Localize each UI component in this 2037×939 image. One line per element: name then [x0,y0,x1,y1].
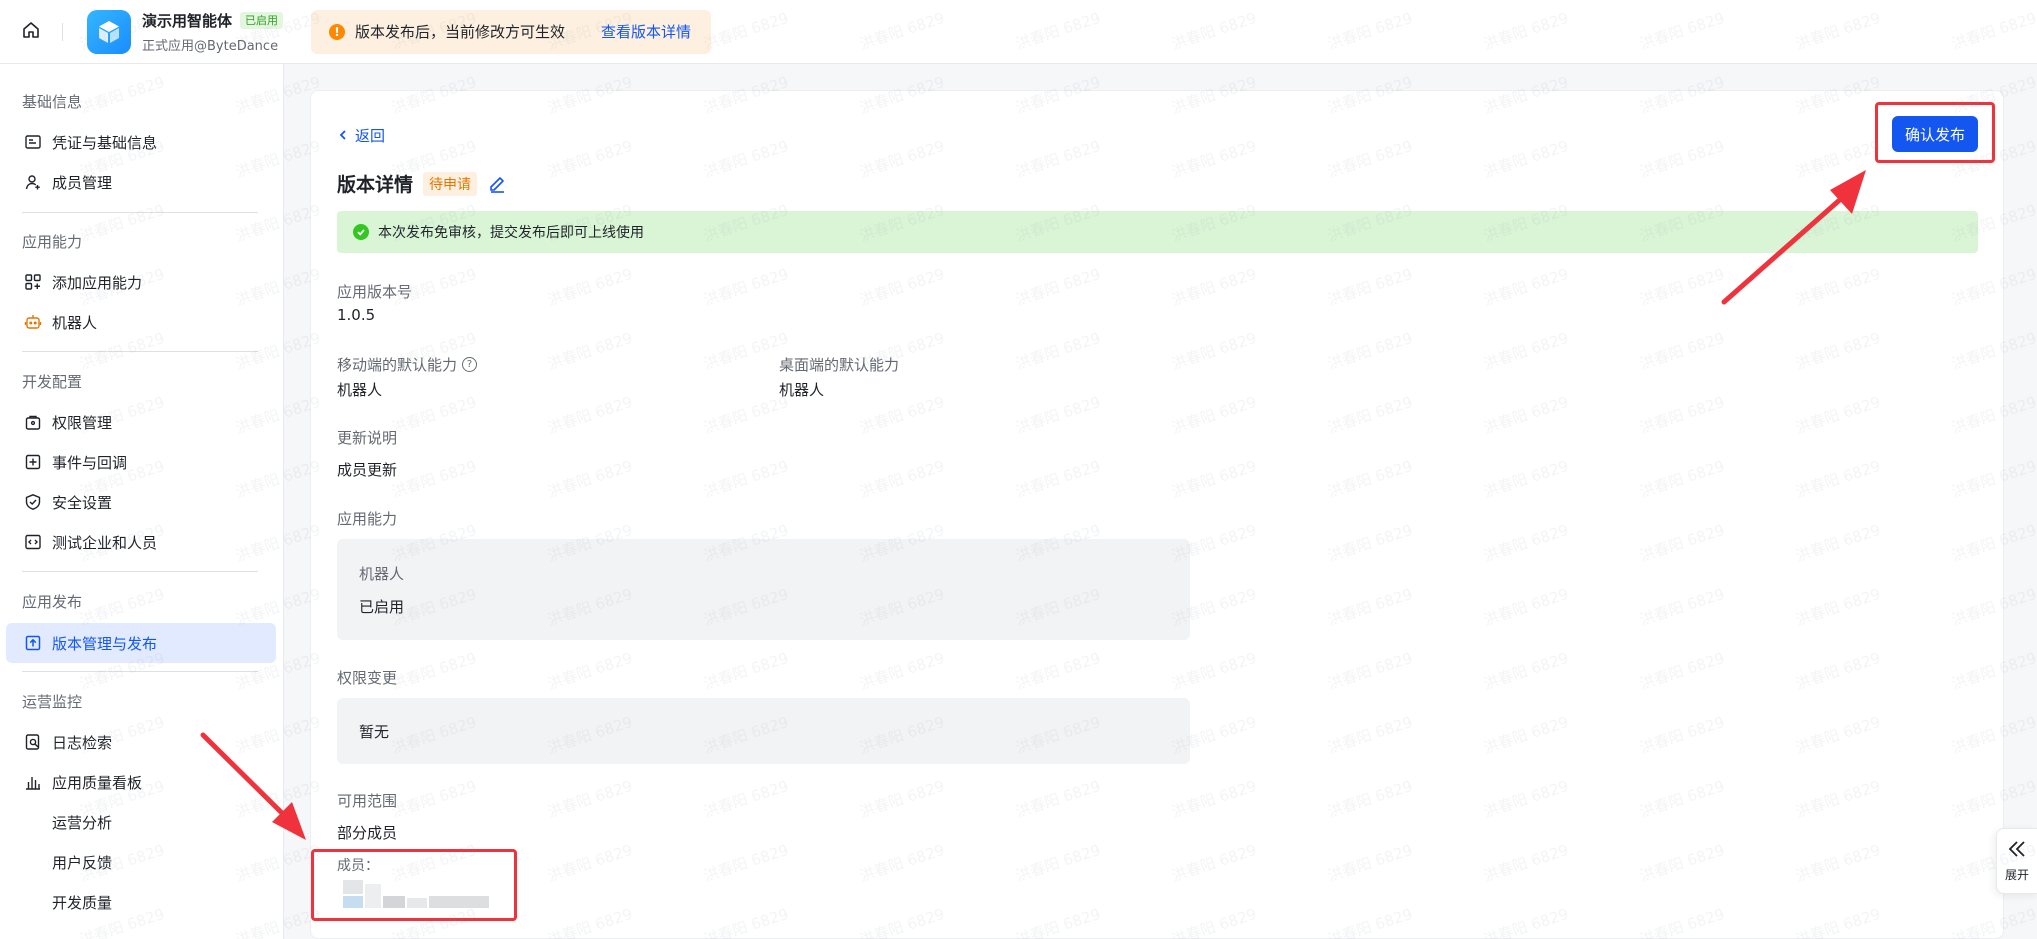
version-label: 应用版本号 [337,283,413,301]
sidebar-item-label: 应用质量看板 [52,773,143,792]
sidebar-item-robot[interactable]: 机器人 [6,302,276,342]
sidebar-item-label: 运营分析 [52,813,113,832]
sidebar-item-version-release[interactable]: 版本管理与发布 [6,623,276,663]
scope-label: 可用范围 [337,792,398,810]
sidebar-item-label: 开发质量 [52,893,113,912]
sidebar-item-log-search[interactable]: 日志检索 [6,722,276,762]
user-add-icon [24,173,42,191]
home-button[interactable] [0,0,62,64]
update-notes-label: 更新说明 [337,429,398,447]
lock-bag-icon [24,413,42,431]
app-logo [87,9,131,54]
sidebar-divider [22,351,258,352]
expand-panel-tab[interactable]: 展开 [1996,828,2037,894]
annotation-highlight-box [311,849,517,921]
log-search-icon [24,733,42,751]
permission-change-value: 暂无 [359,723,390,741]
version-value: 1.0.5 [337,306,376,324]
sidebar-item-label: 事件与回调 [52,453,128,472]
check-circle-icon [353,224,369,240]
permission-change-label: 权限变更 [337,669,398,687]
robot-icon [24,313,42,331]
sidebar: 基础信息 凭证与基础信息 成员管理 应用能力 添加应用能力 机器人 开发配置 权… [0,64,284,939]
shield-icon [24,493,42,511]
sidebar-item-members[interactable]: 成员管理 [6,162,276,202]
capability-name: 机器人 [359,565,405,583]
expand-label: 展开 [2004,867,2029,882]
sidebar-divider [22,571,258,572]
edit-icon[interactable] [487,174,507,194]
sidebar-item-label: 凭证与基础信息 [52,133,158,152]
sidebar-item-label: 用户反馈 [52,853,113,872]
sidebar-item-quality-dashboard[interactable]: 应用质量看板 [6,762,276,802]
sidebar-item-label: 添加应用能力 [52,273,143,292]
title-row: 版本详情 待申请 [337,170,507,197]
success-banner: 本次发布免审核，提交发布后即可上线使用 [337,211,1978,253]
app-name: 演示用智能体 [142,11,233,30]
sidebar-group-title: 应用能力 [22,233,83,251]
double-chevron-left-icon [2007,840,2027,862]
sidebar-item-operations-analysis[interactable]: 运营分析 [6,802,276,842]
sidebar-item-label: 机器人 [52,313,98,332]
success-message: 本次发布免审核，提交发布后即可上线使用 [378,225,644,241]
sidebar-item-add-capability[interactable]: 添加应用能力 [6,262,276,302]
code-box-icon [24,533,42,551]
top-bar: 演示用智能体 已启用 正式应用@ByteDance ! 版本发布后，当前修改方可… [0,0,2037,64]
bar-chart-icon [24,773,42,791]
permission-change-card: 暂无 [337,698,1190,764]
sidebar-divider [22,671,258,672]
notice-text: 版本发布后，当前修改方可生效 [355,23,566,41]
status-tag: 待申请 [423,171,478,196]
help-icon[interactable]: ? [462,357,478,372]
sidebar-item-label: 版本管理与发布 [52,634,158,653]
mobile-default-label: 移动端的默认能力 ? [337,354,478,375]
annotation-highlight-box [1875,102,1995,163]
event-plus-icon [24,453,42,471]
home-icon [21,20,41,44]
app-status-badge: 已启用 [240,11,284,29]
sidebar-item-user-feedback[interactable]: 用户反馈 [6,842,276,882]
capabilities-label: 应用能力 [337,510,398,528]
update-notes-value: 成员更新 [337,461,398,479]
release-notice: ! 版本发布后，当前修改方可生效 查看版本详情 [311,9,712,54]
desktop-default-label: 桌面端的默认能力 [779,356,900,374]
mobile-default-value: 机器人 [337,381,383,399]
sidebar-divider [22,212,258,213]
chevron-left-icon [337,127,349,145]
sidebar-item-label: 安全设置 [52,493,113,512]
upload-box-icon [24,634,42,652]
app-meta: 演示用智能体 已启用 正式应用@ByteDance [142,10,284,54]
scope-value: 部分成员 [337,824,398,842]
sidebar-item-dev-quality[interactable]: 开发质量 [6,882,276,922]
desktop-default-value: 机器人 [779,381,825,399]
id-card-icon [24,133,42,151]
capability-card: 机器人 已启用 [337,539,1190,640]
page-title: 版本详情 [337,174,414,196]
sidebar-item-events[interactable]: 事件与回调 [6,442,276,482]
sidebar-item-label: 权限管理 [52,413,113,432]
sidebar-item-credentials[interactable]: 凭证与基础信息 [6,122,276,162]
sidebar-group-title: 应用发布 [22,593,83,611]
sidebar-group-title: 基础信息 [22,93,83,111]
mobile-default-label-text: 移动端的默认能力 [337,356,458,374]
sidebar-item-label: 测试企业和人员 [52,533,158,552]
app-subtitle: 正式应用@ByteDance [142,38,279,54]
sidebar-item-security[interactable]: 安全设置 [6,482,276,522]
view-version-details-link[interactable]: 查看版本详情 [601,21,691,42]
capability-status: 已启用 [359,598,405,616]
sidebar-group-title: 运营监控 [22,693,83,711]
topbar-divider [62,22,63,41]
version-detail-card: 返回 确认发布 版本详情 待申请 本次发布免审核，提交发布后即可上线使用 应用版… [310,90,2004,939]
grid-plus-icon [24,273,42,291]
back-link[interactable]: 返回 [337,125,385,146]
sidebar-group-title: 开发配置 [22,373,83,391]
sidebar-item-test-enterprise[interactable]: 测试企业和人员 [6,522,276,562]
sidebar-item-label: 日志检索 [52,733,113,752]
sidebar-item-permissions[interactable]: 权限管理 [6,402,276,442]
back-label: 返回 [355,127,386,145]
warning-icon: ! [329,23,346,40]
sidebar-item-label: 成员管理 [52,173,113,192]
